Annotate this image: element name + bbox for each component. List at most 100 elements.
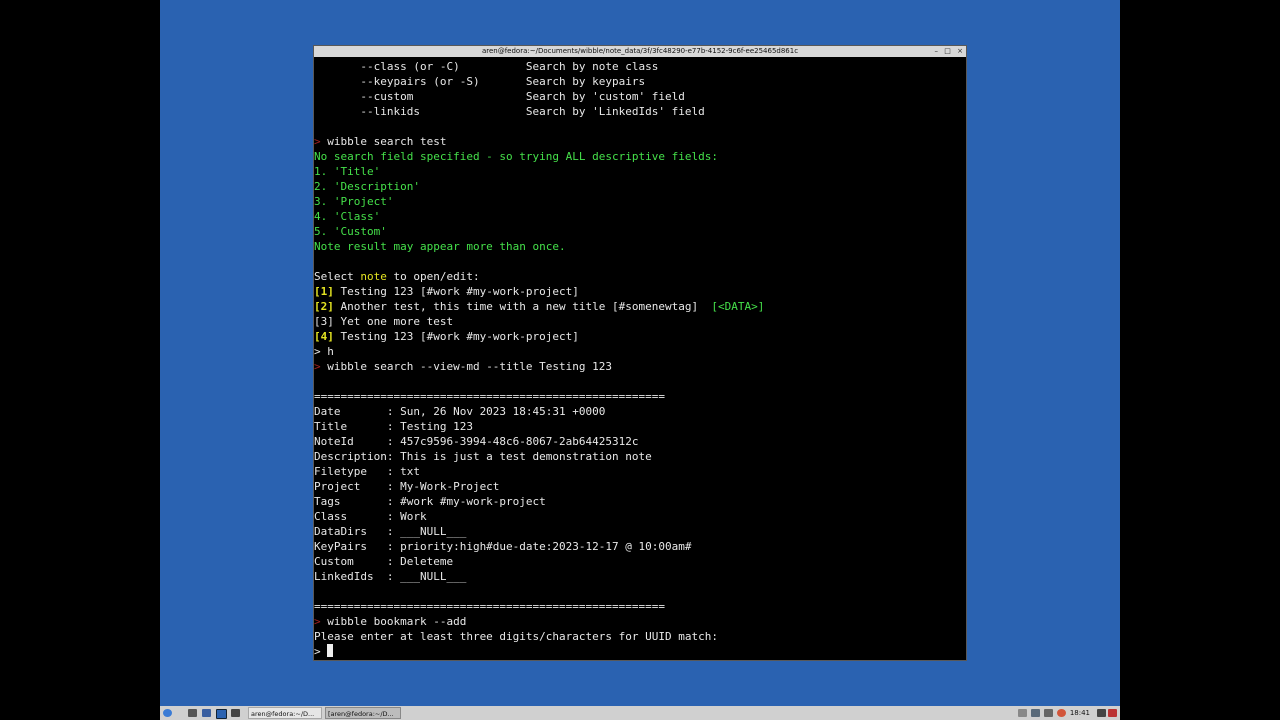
terminal-line: 2. 'Description' — [314, 179, 966, 194]
taskbar-task-terminal-2[interactable]: [aren@fedora:~/D... — [325, 707, 401, 719]
terminal-text: Description: This is just a test demonst… — [314, 450, 652, 463]
taskbar-task-terminal-1[interactable]: aren@fedora:~/D... — [248, 707, 322, 719]
terminal-line: DataDirs : ___NULL___ — [314, 524, 966, 539]
terminal-text: [4] — [314, 330, 334, 343]
terminal-text: Tags : #work #my-work-project — [314, 495, 546, 508]
terminal-line: > wibble search test — [314, 134, 966, 149]
terminal-text: 5. 'Custom' — [314, 225, 387, 238]
terminal-text: wibble search test — [320, 135, 447, 148]
terminal-text: ========================================… — [314, 600, 665, 613]
terminal-line: KeyPairs : priority:high#due-date:2023-1… — [314, 539, 966, 554]
terminal-line: > wibble bookmark --add — [314, 614, 966, 629]
terminal-text: 1. 'Title' — [314, 165, 381, 178]
terminal-text: Title : Testing 123 — [314, 420, 473, 433]
terminal-text: wibble search --view-md --title Testing … — [320, 360, 613, 373]
terminal-line: Filetype : txt — [314, 464, 966, 479]
minimize-button[interactable]: – — [935, 47, 939, 55]
terminal-text: > — [314, 615, 321, 628]
clock[interactable]: 18:41 — [1070, 706, 1090, 720]
terminal-text: ========================================… — [314, 390, 665, 403]
terminal-line: LinkedIds : ___NULL___ — [314, 569, 966, 584]
terminal-line: --keypairs (or -S) Search by keypairs — [314, 74, 966, 89]
workspace-1-icon[interactable] — [216, 709, 227, 719]
terminal-text: Testing 123 [#work #my-work-project] — [333, 285, 579, 298]
terminal-text: --linkids Search by 'LinkedIds' field — [314, 105, 705, 118]
terminal-text: Another test, this time with a new title… — [333, 300, 712, 313]
workspace-2-icon[interactable] — [231, 709, 240, 717]
terminal-line: > wibble search --view-md --title Testin… — [314, 359, 966, 374]
terminal-text: wibble bookmark --add — [320, 615, 467, 628]
terminal-line: Tags : #work #my-work-project — [314, 494, 966, 509]
terminal-line: [4] Testing 123 [#work #my-work-project] — [314, 329, 966, 344]
terminal-line: ========================================… — [314, 599, 966, 614]
terminal-line: Please enter at least three digits/chara… — [314, 629, 966, 644]
terminal-text: Yet one more test — [333, 315, 454, 328]
terminal-line: 3. 'Project' — [314, 194, 966, 209]
terminal-text: --keypairs (or -S) Search by keypairs — [314, 75, 646, 88]
terminal-line: ========================================… — [314, 389, 966, 404]
terminal-line: 1. 'Title' — [314, 164, 966, 179]
terminal-text: Project : My-Work-Project — [314, 480, 500, 493]
terminal-line: NoteId : 457c9596-3994-48c6-8067-2ab6442… — [314, 434, 966, 449]
terminal-text: Please enter at least three digits/chara… — [314, 630, 718, 643]
terminal-line: > h — [314, 344, 966, 359]
terminal-text: [2] — [314, 300, 334, 313]
terminal-line: [2] Another test, this time with a new t… — [314, 299, 966, 314]
terminal-line: --custom Search by 'custom' field — [314, 89, 966, 104]
terminal-text: Class : Work — [314, 510, 427, 523]
close-button[interactable]: × — [957, 47, 963, 55]
terminal-text: LinkedIds : ___NULL___ — [314, 570, 467, 583]
app-menu-icon[interactable] — [163, 709, 172, 717]
terminal-output[interactable]: --class (or -C) Search by note class --k… — [314, 59, 966, 659]
terminal-line: [1] Testing 123 [#work #my-work-project] — [314, 284, 966, 299]
terminal-line: > — [314, 644, 966, 659]
terminal-text: > — [314, 645, 328, 658]
terminal-text: note — [360, 270, 387, 283]
terminal-line: Project : My-Work-Project — [314, 479, 966, 494]
updates-icon[interactable] — [1057, 709, 1066, 717]
terminal-line: Custom : Deleteme — [314, 554, 966, 569]
terminal-text: > h — [314, 345, 334, 358]
taskbar: aren@fedora:~/D... [aren@fedora:~/D... 1… — [160, 706, 1120, 720]
terminal-text: > — [314, 135, 321, 148]
terminal-text: DataDirs : ___NULL___ — [314, 525, 467, 538]
terminal-line: Title : Testing 123 — [314, 419, 966, 434]
terminal-text: Testing 123 [#work #my-work-project] — [333, 330, 579, 343]
terminal-line: No search field specified - so trying AL… — [314, 149, 966, 164]
terminal-line: Select note to open/edit: — [314, 269, 966, 284]
terminal-line: Description: This is just a test demonst… — [314, 449, 966, 464]
terminal-text: NoteId : 457c9596-3994-48c6-8067-2ab6442… — [314, 435, 639, 448]
text-cursor — [327, 644, 334, 657]
power-icon[interactable] — [1108, 709, 1117, 717]
network-icon[interactable] — [1031, 709, 1040, 717]
terminal-text: No search field specified - so trying AL… — [314, 150, 718, 163]
window-title: aren@fedora:~/Documents/wibble/note_data… — [481, 47, 799, 55]
terminal-text: 2. 'Description' — [314, 180, 420, 193]
terminal-line: Note result may appear more than once. — [314, 239, 966, 254]
terminal-text: [1] — [314, 285, 334, 298]
terminal-text: > — [314, 360, 321, 373]
terminal-text: Filetype : txt — [314, 465, 420, 478]
window-titlebar[interactable]: aren@fedora:~/Documents/wibble/note_data… — [314, 46, 966, 57]
volume-icon[interactable] — [1044, 709, 1053, 717]
terminal-line: 4. 'Class' — [314, 209, 966, 224]
terminal-text: 4. 'Class' — [314, 210, 381, 223]
task-label: [aren@fedora:~/D... — [328, 710, 394, 718]
terminal-window[interactable]: aren@fedora:~/Documents/wibble/note_data… — [313, 45, 967, 661]
maximize-button[interactable]: □ — [944, 47, 951, 55]
terminal-line: Date : Sun, 26 Nov 2023 18:45:31 +0000 — [314, 404, 966, 419]
terminal-line: Class : Work — [314, 509, 966, 524]
terminal-text: Select — [314, 270, 361, 283]
clipboard-icon[interactable] — [1018, 709, 1027, 717]
lock-screen-icon[interactable] — [1097, 709, 1106, 717]
terminal-text: Custom : Deleteme — [314, 555, 454, 568]
terminal-line: --class (or -C) Search by note class — [314, 59, 966, 74]
terminal-text: --class (or -C) Search by note class — [314, 60, 659, 73]
desktop: aren@fedora:~/Documents/wibble/note_data… — [160, 0, 1120, 720]
terminal-text: Date : Sun, 26 Nov 2023 18:45:31 +0000 — [314, 405, 606, 418]
show-desktop-icon[interactable] — [188, 709, 197, 717]
file-manager-icon[interactable] — [202, 709, 211, 717]
